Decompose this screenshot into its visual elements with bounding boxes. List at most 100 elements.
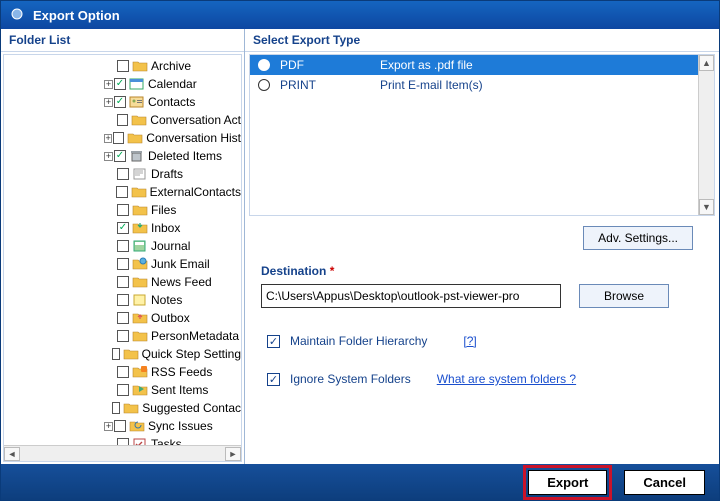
folder-row[interactable]: Notes xyxy=(8,291,241,309)
expand-spacer xyxy=(104,240,116,252)
calendar-icon xyxy=(129,77,145,91)
expand-toggle[interactable]: + xyxy=(104,422,113,431)
folder-checkbox[interactable] xyxy=(117,330,129,342)
app-icon xyxy=(9,7,25,23)
folder-row[interactable]: Conversation Act xyxy=(8,111,241,129)
expand-spacer xyxy=(104,402,111,414)
folder-label: Conversation Act xyxy=(150,113,241,127)
cancel-button[interactable]: Cancel xyxy=(624,470,705,495)
export-type-desc: Print E-mail Item(s) xyxy=(380,78,483,92)
folder-row[interactable]: Journal xyxy=(8,237,241,255)
export-button[interactable]: Export xyxy=(528,470,607,495)
folder-row[interactable]: RSS Feeds xyxy=(8,363,241,381)
drafts-icon xyxy=(132,167,148,181)
folder-row[interactable]: Sent Items xyxy=(8,381,241,399)
folder-row[interactable]: Inbox xyxy=(8,219,241,237)
destination-input[interactable] xyxy=(261,284,561,308)
folder-row[interactable]: Suggested Contac xyxy=(8,399,241,417)
expand-spacer xyxy=(104,60,116,72)
folder-row[interactable]: Outbox xyxy=(8,309,241,327)
folder-row[interactable]: Archive xyxy=(8,57,241,75)
scroll-left-arrow[interactable]: ◄ xyxy=(4,447,20,461)
folder-checkbox[interactable] xyxy=(117,384,129,396)
folder-icon xyxy=(132,203,148,217)
expand-toggle[interactable]: + xyxy=(104,152,113,161)
folder-label: News Feed xyxy=(151,275,212,289)
folder-label: Tasks xyxy=(151,437,182,445)
sync-icon xyxy=(129,419,145,433)
folder-row[interactable]: Files xyxy=(8,201,241,219)
folder-tree[interactable]: Archive+Calendar+ContactsConversation Ac… xyxy=(4,55,241,445)
folder-checkbox[interactable] xyxy=(117,438,129,445)
scroll-right-arrow[interactable]: ► xyxy=(225,447,241,461)
folder-checkbox[interactable] xyxy=(117,204,129,216)
folder-checkbox[interactable] xyxy=(114,96,126,108)
folder-checkbox[interactable] xyxy=(116,186,127,198)
export-type-row[interactable]: PRINTPrint E-mail Item(s) xyxy=(250,75,714,95)
folder-checkbox[interactable] xyxy=(114,78,126,90)
outbox-icon xyxy=(132,311,148,325)
folder-checkbox[interactable] xyxy=(112,402,120,414)
expand-spacer xyxy=(104,294,116,306)
folder-checkbox[interactable] xyxy=(114,420,126,432)
expand-spacer xyxy=(104,312,116,324)
folder-row[interactable]: +Conversation Hist xyxy=(8,129,241,147)
export-type-radio[interactable] xyxy=(258,79,270,91)
scroll-down-arrow[interactable]: ▼ xyxy=(699,199,714,215)
expand-toggle[interactable]: + xyxy=(104,98,113,107)
folder-row[interactable]: ExternalContacts xyxy=(8,183,241,201)
vertical-scrollbar[interactable]: ▲ ▼ xyxy=(698,55,714,215)
folder-label: Contacts xyxy=(148,95,195,109)
folder-checkbox[interactable] xyxy=(117,222,129,234)
scroll-up-arrow[interactable]: ▲ xyxy=(699,55,714,71)
system-folders-help-link[interactable]: What are system folders ? xyxy=(437,372,576,386)
adv-settings-button[interactable]: Adv. Settings... xyxy=(583,226,693,250)
folder-checkbox[interactable] xyxy=(117,240,129,252)
expand-toggle[interactable]: + xyxy=(104,80,113,89)
journal-icon xyxy=(132,239,148,253)
folder-icon xyxy=(132,329,148,343)
folder-checkbox[interactable] xyxy=(114,150,126,162)
folder-row[interactable]: +Calendar xyxy=(8,75,241,93)
maintain-hierarchy-help-link[interactable]: [?] xyxy=(463,334,476,348)
scroll-track[interactable] xyxy=(20,447,225,461)
export-type-row[interactable]: PDFExport as .pdf file xyxy=(250,55,714,75)
ignore-system-checkbox[interactable] xyxy=(267,373,280,386)
folder-icon xyxy=(127,131,143,145)
folder-checkbox[interactable] xyxy=(117,168,129,180)
folder-checkbox[interactable] xyxy=(117,312,129,324)
folder-checkbox[interactable] xyxy=(112,348,120,360)
folder-row[interactable]: PersonMetadata xyxy=(8,327,241,345)
folder-row[interactable]: Junk Email xyxy=(8,255,241,273)
browse-button[interactable]: Browse xyxy=(579,284,669,308)
folder-checkbox[interactable] xyxy=(117,294,129,306)
maintain-hierarchy-checkbox[interactable] xyxy=(267,335,280,348)
folder-row[interactable]: Tasks xyxy=(8,435,241,445)
inbox-icon xyxy=(132,221,148,235)
export-type-header: Select Export Type xyxy=(245,29,719,52)
expand-spacer xyxy=(104,276,116,288)
folder-checkbox[interactable] xyxy=(117,114,129,126)
folder-tree-container: Archive+Calendar+ContactsConversation Ac… xyxy=(3,54,242,462)
folder-row[interactable]: Drafts xyxy=(8,165,241,183)
folder-row[interactable]: News Feed xyxy=(8,273,241,291)
folder-checkbox[interactable] xyxy=(117,60,129,72)
export-settings-panel: Select Export Type PDFExport as .pdf fil… xyxy=(245,29,719,464)
export-option-window: Export Option Folder List Archive+Calend… xyxy=(0,0,720,501)
folder-row[interactable]: Quick Step Setting xyxy=(8,345,241,363)
folder-checkbox[interactable] xyxy=(117,276,129,288)
folder-checkbox[interactable] xyxy=(113,132,124,144)
export-type-radio[interactable] xyxy=(258,59,270,71)
export-type-list: PDFExport as .pdf filePRINTPrint E-mail … xyxy=(249,54,715,216)
folder-row[interactable]: + Contacts xyxy=(8,93,241,111)
expand-toggle[interactable]: + xyxy=(104,134,112,143)
folder-label: Notes xyxy=(151,293,182,307)
trash-icon xyxy=(129,149,145,163)
export-type-code: PDF xyxy=(280,58,370,72)
folder-row[interactable]: +Deleted Items xyxy=(8,147,241,165)
folder-checkbox[interactable] xyxy=(117,366,129,378)
horizontal-scrollbar[interactable]: ◄ ► xyxy=(4,445,241,461)
folder-row[interactable]: +Sync Issues xyxy=(8,417,241,435)
maintain-hierarchy-label: Maintain Folder Hierarchy xyxy=(290,334,427,348)
folder-checkbox[interactable] xyxy=(117,258,129,270)
